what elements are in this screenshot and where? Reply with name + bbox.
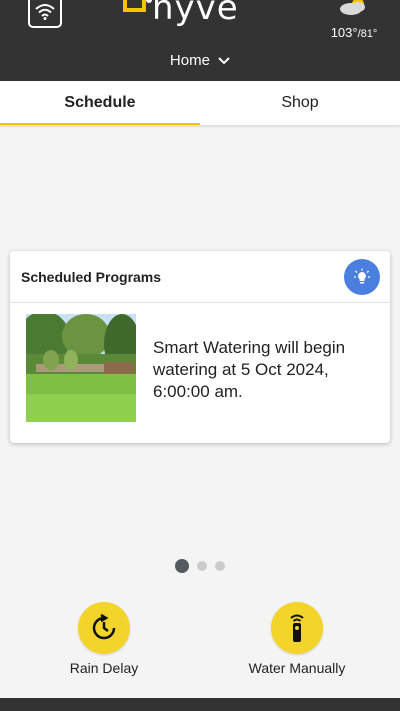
weather-widget[interactable]: 103°/81°	[326, 0, 382, 40]
tips-button[interactable]	[344, 259, 380, 295]
yard-photo	[26, 314, 136, 422]
bhyve-logo: hyve	[122, 0, 239, 26]
lightbulb-icon	[354, 268, 370, 284]
rain-delay-icon	[92, 613, 116, 640]
page-dot-2[interactable]	[197, 561, 207, 571]
chevron-down-icon	[218, 57, 230, 65]
program-description: Smart Watering will begin watering at 5 …	[153, 338, 346, 401]
temp-low: /81°	[357, 28, 378, 40]
app-header: hyve 103°/81° Home	[0, 0, 400, 81]
temp-high: 103°	[330, 25, 358, 40]
temperature: 103°/81°	[326, 25, 382, 40]
card-divider	[10, 302, 390, 303]
page-indicator	[0, 559, 400, 573]
logo-text: hyve	[152, 0, 239, 28]
location-selector[interactable]: Home	[0, 52, 400, 69]
page-dot-1[interactable]	[175, 559, 189, 573]
rain-delay-circle[interactable]	[78, 602, 130, 654]
wifi-icon	[35, 4, 55, 20]
rain-delay-button[interactable]: Rain Delay	[44, 602, 164, 676]
tab-bar: Schedule Shop	[0, 81, 400, 125]
water-manually-label: Water Manually	[248, 660, 346, 676]
rain-delay-label: Rain Delay	[69, 660, 139, 676]
water-manually-circle[interactable]	[271, 602, 323, 654]
bottom-navigation-bar	[0, 698, 400, 711]
card-title: Scheduled Programs	[21, 269, 162, 285]
page-dot-3[interactable]	[215, 561, 225, 571]
tab-schedule[interactable]: Schedule	[0, 81, 200, 125]
tab-shop[interactable]: Shop	[200, 81, 400, 125]
wifi-button[interactable]	[28, 0, 62, 28]
remote-icon	[290, 614, 304, 642]
scheduled-programs-card[interactable]: Scheduled Programs Smart Watering will b…	[10, 251, 390, 443]
water-manually-button[interactable]: Water Manually	[237, 602, 357, 676]
location-label: Home	[169, 52, 210, 69]
partly-cloudy-icon	[340, 0, 365, 15]
